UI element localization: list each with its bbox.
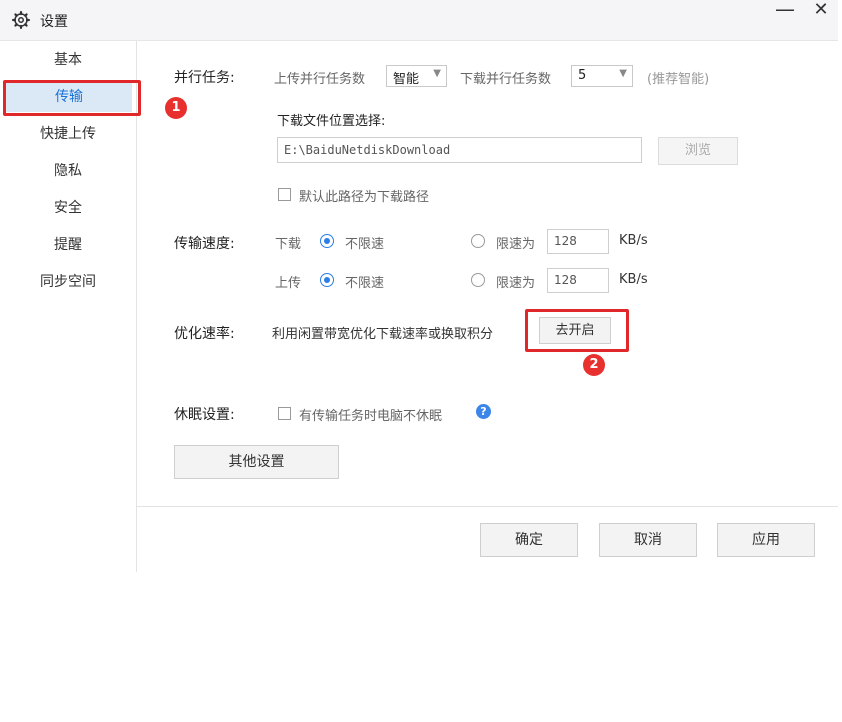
- footer-divider: [137, 506, 838, 507]
- default-path-label: 默认此路径为下载路径: [299, 190, 430, 205]
- help-icon[interactable]: ?: [476, 404, 491, 419]
- sidebar-item-sync-space[interactable]: 同步空间: [0, 267, 136, 297]
- annotation-badge-2: 2: [583, 354, 605, 376]
- download-speed-label: 下载: [275, 237, 302, 252]
- window-title: 设置: [40, 14, 68, 30]
- gear-icon: [12, 11, 30, 29]
- no-sleep-label: 有传输任务时电脑不休眠: [299, 409, 443, 424]
- cancel-button[interactable]: 取消: [599, 523, 697, 557]
- sidebar-item-privacy[interactable]: 隐私: [0, 156, 136, 186]
- sidebar-item-reminder[interactable]: 提醒: [0, 230, 136, 260]
- download-unlimited-radio[interactable]: [320, 234, 334, 248]
- sidebar-item-quick-upload[interactable]: 快捷上传: [0, 119, 136, 149]
- upload-limit-radio[interactable]: [471, 273, 485, 287]
- settings-window: 设置 — ✕ 基本 传输 快捷上传 隐私 安全 提醒 同步空间 1 并行任务: …: [0, 0, 838, 572]
- upload-speed-label: 上传: [275, 276, 302, 291]
- sidebar-item-security[interactable]: 安全: [0, 193, 136, 223]
- speed-label: 传输速度:: [174, 236, 235, 252]
- download-parallel-select[interactable]: 5 ▼: [571, 65, 633, 87]
- download-limit-label: 限速为: [496, 237, 536, 252]
- ok-button[interactable]: 确定: [480, 523, 578, 557]
- sleep-label: 休眠设置:: [174, 407, 235, 423]
- upload-parallel-label: 上传并行任务数: [274, 72, 366, 87]
- chevron-down-icon: ▼: [619, 68, 627, 79]
- upload-parallel-value: 智能: [393, 72, 420, 87]
- chevron-down-icon: ▼: [433, 68, 441, 79]
- close-button[interactable]: ✕: [806, 0, 836, 20]
- upload-parallel-select[interactable]: 智能 ▼: [386, 65, 447, 87]
- upload-unlimited-radio[interactable]: [320, 273, 334, 287]
- upload-unlimited-label: 不限速: [345, 276, 385, 291]
- optimize-label: 优化速率:: [174, 326, 235, 342]
- optimize-description: 利用闲置带宽优化下载速率或换取积分: [272, 327, 494, 342]
- browse-button[interactable]: 浏览: [658, 137, 738, 165]
- parallel-hint: (推荐智能): [647, 72, 710, 87]
- other-settings-button[interactable]: 其他设置: [174, 445, 339, 479]
- annotation-badge-1: 1: [165, 97, 187, 119]
- minimize-button[interactable]: —: [770, 0, 800, 21]
- default-path-checkbox[interactable]: [278, 188, 291, 201]
- download-location-label: 下载文件位置选择:: [277, 114, 386, 129]
- upload-limit-input[interactable]: 128: [547, 268, 609, 293]
- download-parallel-label: 下载并行任务数: [460, 72, 552, 87]
- settings-sidebar: 基本 传输 快捷上传 隐私 安全 提醒 同步空间: [0, 41, 137, 572]
- parallel-label: 并行任务:: [174, 70, 235, 86]
- enable-optimize-button[interactable]: 去开启: [539, 317, 611, 344]
- apply-button[interactable]: 应用: [717, 523, 815, 557]
- sidebar-item-basic[interactable]: 基本: [0, 45, 136, 75]
- download-path-input[interactable]: E:\BaiduNetdiskDownload: [277, 137, 642, 163]
- download-parallel-value: 5: [578, 68, 587, 83]
- no-sleep-checkbox[interactable]: [278, 407, 291, 420]
- title-bar: 设置 — ✕: [0, 0, 838, 41]
- download-limit-unit: KB/s: [619, 233, 648, 248]
- download-limit-radio[interactable]: [471, 234, 485, 248]
- sidebar-item-transfer[interactable]: 传输: [6, 82, 132, 112]
- download-limit-input[interactable]: 128: [547, 229, 609, 254]
- download-unlimited-label: 不限速: [345, 237, 385, 252]
- upload-limit-label: 限速为: [496, 276, 536, 291]
- upload-limit-unit: KB/s: [619, 272, 648, 287]
